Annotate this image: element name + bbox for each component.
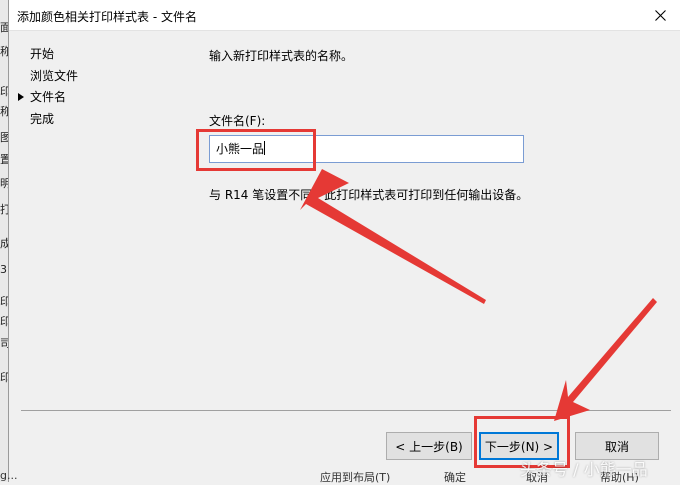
annotation-arrows [300,169,657,421]
watermark: 头条号 / 小熊一品 [520,460,648,479]
annotation-arrow-to-next [554,298,657,421]
annotation-arrow-to-filename [300,169,486,304]
